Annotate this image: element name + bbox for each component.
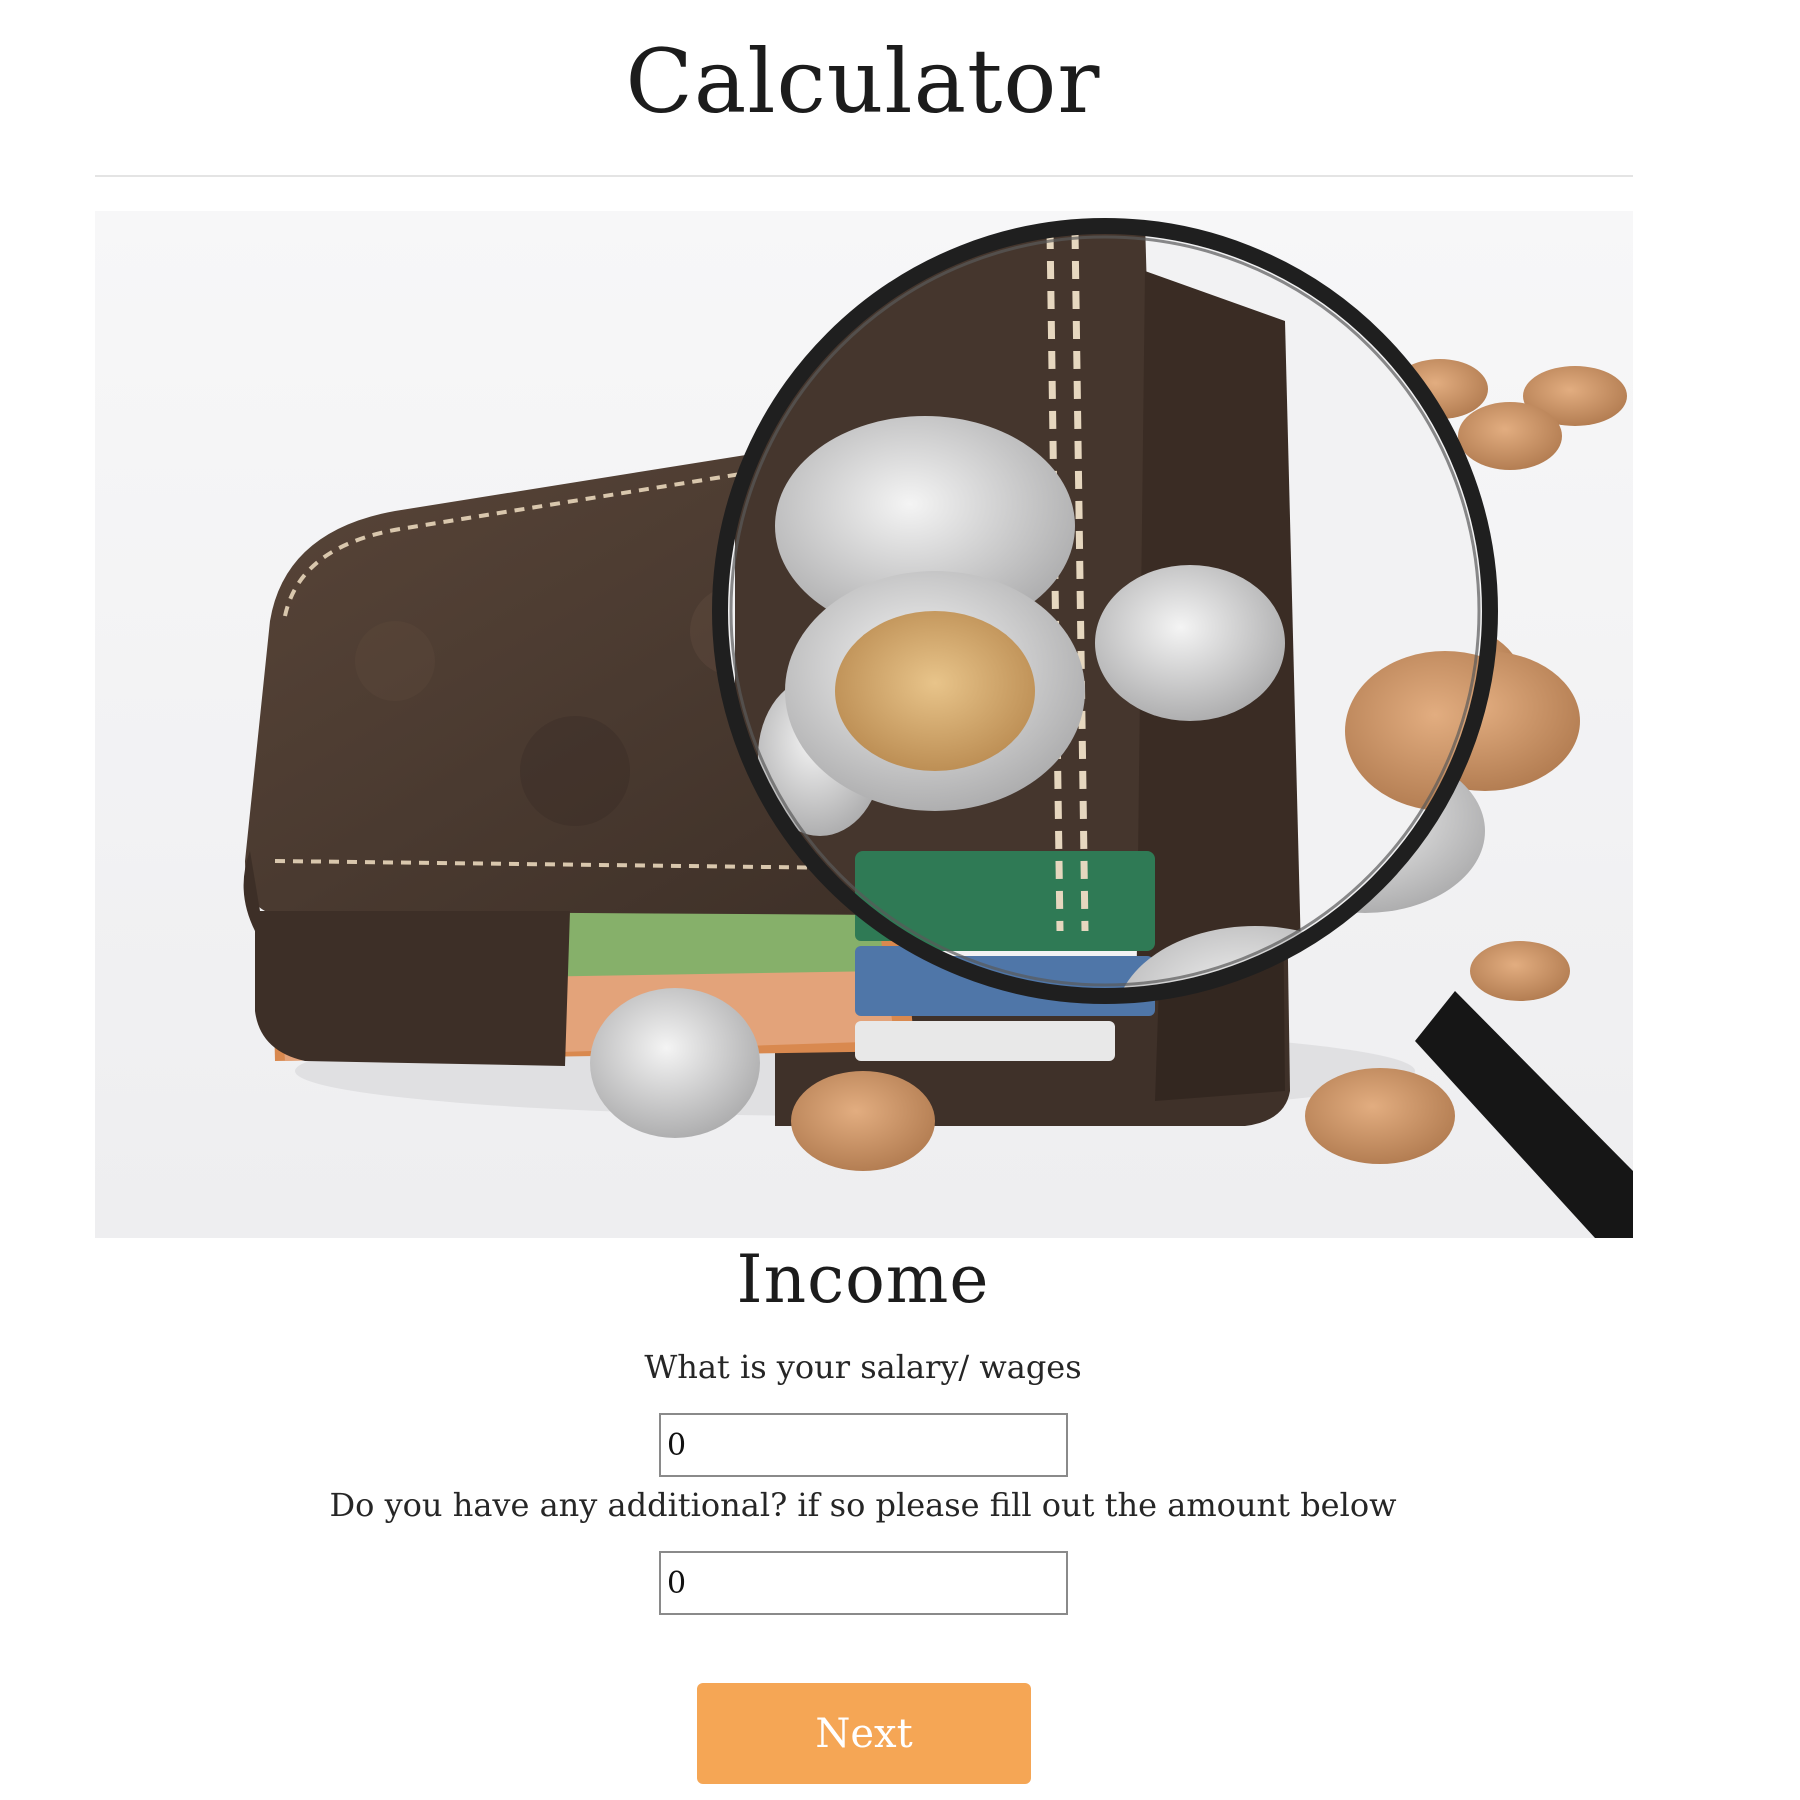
next-button[interactable]: Next [697,1683,1031,1784]
additional-income-label: Do you have any additional? if so please… [329,1486,1397,1524]
salary-input[interactable] [659,1413,1068,1477]
calculator-page: Calculator Income What is your salary/ w… [0,0,1800,1800]
hero-image [95,211,1633,1238]
page-title: Calculator [625,30,1101,133]
wallet-magnifier-illustration [95,211,1633,1238]
salary-label: What is your salary/ wages [644,1348,1082,1386]
additional-income-input[interactable] [659,1551,1068,1615]
income-heading: Income [736,1241,990,1318]
title-divider [95,175,1633,177]
